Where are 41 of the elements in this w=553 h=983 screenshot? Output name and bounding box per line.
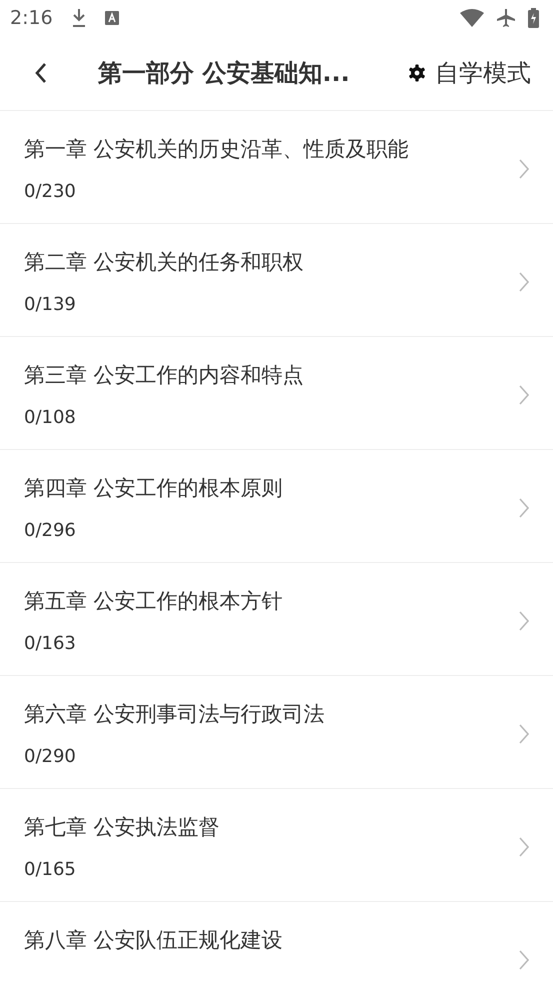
chapter-title: 第一章 公安机关的历史沿革、性质及职能 xyxy=(24,136,410,163)
chevron-right-icon xyxy=(519,950,529,970)
chevron-right-icon xyxy=(519,159,529,179)
chevron-right-icon xyxy=(519,724,529,744)
gear-icon xyxy=(408,64,426,82)
airplane-icon xyxy=(496,8,516,28)
chapter-title: 第四章 公安工作的根本原则 xyxy=(24,475,284,502)
chapter-title: 第八章 公安队伍正规化建设 xyxy=(24,927,284,954)
app-notification-icon xyxy=(104,11,119,25)
chapter-title: 第七章 公安执法监督 xyxy=(24,814,221,841)
chapter-item[interactable]: 第二章 公安机关的任务和职权 0/139 xyxy=(0,224,553,337)
status-time: 2:16 xyxy=(10,7,53,29)
chapter-title: 第五章 公安工作的根本方针 xyxy=(24,588,284,615)
chapter-item[interactable]: 第一章 公安机关的历史沿革、性质及职能 0/230 xyxy=(0,111,553,224)
chevron-right-icon xyxy=(519,611,529,631)
progress-count: 0/230 xyxy=(24,181,77,202)
progress-count: 0/139 xyxy=(24,294,77,315)
wifi-icon xyxy=(460,9,484,27)
chevron-right-icon xyxy=(519,837,529,857)
chevron-right-icon xyxy=(519,385,529,405)
chapter-item[interactable]: 第五章 公安工作的根本方针 0/163 xyxy=(0,563,553,676)
chapter-item[interactable]: 第三章 公安工作的内容和特点 0/108 xyxy=(0,337,553,450)
progress-count: 0/163 xyxy=(24,633,77,654)
chapter-title: 第六章 公安刑事司法与行政司法 xyxy=(24,701,326,728)
progress-count: 0/296 xyxy=(24,520,77,541)
chapter-item[interactable]: 第六章 公安刑事司法与行政司法 0/290 xyxy=(0,676,553,789)
chapter-title: 第二章 公安机关的任务和职权 xyxy=(24,249,305,276)
chevron-right-icon xyxy=(519,498,529,518)
study-mode-button[interactable]: 自学模式 xyxy=(408,57,531,89)
download-icon xyxy=(70,8,87,28)
chapter-title: 第三章 公安工作的内容和特点 xyxy=(24,362,305,389)
chapter-item[interactable]: 第七章 公安执法监督 0/165 xyxy=(0,789,553,902)
chapter-item[interactable]: 第四章 公安工作的根本原则 0/296 xyxy=(0,450,553,563)
chapter-item[interactable]: 第八章 公安队伍正规化建设 xyxy=(0,902,553,983)
back-icon xyxy=(34,62,48,84)
progress-count: 0/108 xyxy=(24,407,77,428)
progress-count: 0/165 xyxy=(24,859,77,880)
page-title: 第一部分 公安基础知... xyxy=(98,58,350,89)
progress-count: 0/290 xyxy=(24,746,77,767)
chevron-right-icon xyxy=(519,272,529,292)
battery-icon xyxy=(528,8,539,28)
